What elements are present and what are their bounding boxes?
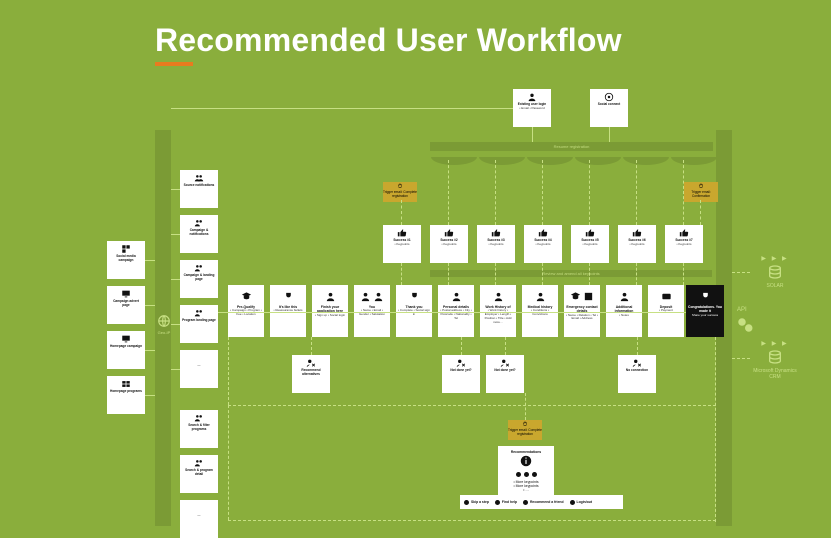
action-skip: Skip a step xyxy=(464,500,489,505)
stage-search-programs: Search & filter programs xyxy=(180,410,218,448)
entry-advert: Campaign advert page xyxy=(107,286,145,324)
entry-home-programs: Homepage programs xyxy=(107,376,145,414)
dropoff-notdone-2: Not done yet? xyxy=(486,355,524,393)
ext-crm: ▶ ▶ ▶ Microsoft Dynamics CRM xyxy=(750,340,800,380)
step-additional: Additional information• Notes xyxy=(606,285,642,337)
action-help: Find help xyxy=(495,500,517,505)
display-icon xyxy=(107,289,145,299)
banner-resume-registration: Resume registration xyxy=(430,142,713,151)
stage-notify: Source notifications xyxy=(180,170,218,208)
step-finish-signup: Finish your application here• Sign up • … xyxy=(312,285,348,337)
action-login: Login/out xyxy=(570,500,592,505)
trophy-icon xyxy=(396,291,432,302)
actions-strip[interactable]: Skip a step Find help Recommend a friend… xyxy=(460,495,623,509)
card-icon xyxy=(648,291,684,302)
trigger-email-center: Trigger email: Complete registration xyxy=(508,420,542,440)
share-icons xyxy=(686,319,724,326)
step-work: Work History of• Work history • Employer… xyxy=(480,285,516,337)
success-4: Success #4• Keypoints xyxy=(524,225,562,263)
trophy-icon xyxy=(270,291,306,302)
at-icon xyxy=(590,92,628,102)
step-congrats: Congratulations. You made it Share your … xyxy=(686,285,724,337)
entry-home-campaign: Homepage campaign xyxy=(107,331,145,369)
info-icon xyxy=(500,454,552,469)
connector xyxy=(609,127,610,142)
banner-review-amend: Review and amend all keypoints xyxy=(430,270,712,277)
step-thankyou: Thank you• Complete • Social sign in xyxy=(396,285,432,337)
success-5: Success #5• Keypoints xyxy=(571,225,609,263)
step-personal: Personal details• Postal address • City … xyxy=(438,285,474,337)
dropoff-noconn: No connection xyxy=(618,355,656,393)
tiles-icon xyxy=(107,379,145,389)
stage-program-landing: Program landing page xyxy=(180,305,218,343)
social-icons xyxy=(107,244,145,254)
action-recommend: Recommend a friend xyxy=(523,500,564,505)
dropoff-recommend: Recommend alternatives xyxy=(292,355,330,393)
step-emergency: Emergency contact details• Name • Relati… xyxy=(564,285,600,337)
success-7: Success #7• Keypoints xyxy=(665,225,703,263)
dropoff-notdone-1: Not done yet? xyxy=(442,355,480,393)
scallop-row xyxy=(430,152,718,160)
trigger-email-right: Trigger email: Confirmation xyxy=(684,182,718,202)
ext-solar: ▶ ▶ ▶ SOLAR xyxy=(750,255,800,289)
stage-more: … xyxy=(180,350,218,388)
entry-social: Social media campaign xyxy=(107,241,145,279)
sublabel: • Email • Password xyxy=(513,107,551,111)
step-reassure: It's like this• Reassurance bullets xyxy=(270,285,306,337)
thumb-icon xyxy=(383,228,421,238)
step-prequalify: Pre-Qualify• Campaign • Program • Fee • … xyxy=(228,285,264,337)
title-underline xyxy=(155,62,193,66)
user-x-icon xyxy=(292,358,330,368)
success-1: Success #1• Keypoints xyxy=(383,225,421,263)
api-label: API xyxy=(737,307,747,313)
grad-icon xyxy=(228,291,264,302)
step-medical: Medical history• Conditions • Conviction… xyxy=(522,285,558,337)
label: Social connect xyxy=(590,103,628,107)
trophy-icon xyxy=(686,291,724,302)
success-6: Success #6• Keypoints xyxy=(618,225,656,263)
node-existing-login: Existing user login • Email • Password xyxy=(513,89,551,127)
step-deposit: Deposit• Payment xyxy=(648,285,684,337)
stage-more-2: … xyxy=(180,500,218,538)
gears-icon xyxy=(736,316,754,339)
success-2: Success #2• Keypoints xyxy=(430,225,468,263)
step-you: You• Name • Email • Gender • Salutation xyxy=(354,285,390,337)
stage-search-detail: Search & program detail xyxy=(180,455,218,493)
success-3: Success #3• Keypoints xyxy=(477,225,515,263)
stage-campaign-notify: Campaign & notifications xyxy=(180,215,218,253)
user-icon xyxy=(312,291,348,302)
page-title: Recommended User Workflow xyxy=(155,22,622,59)
stage-campaign-landing: Campaign & landing page xyxy=(180,260,218,298)
node-social-connect: Social connect xyxy=(590,89,628,127)
recommendations-box: Recommendations • More keypoints • More … xyxy=(498,446,554,496)
grad-icon xyxy=(564,291,600,302)
display-icon xyxy=(107,334,145,344)
trigger-email-left: Trigger email: Complete registration xyxy=(383,182,417,202)
connector xyxy=(532,127,533,142)
users-icon xyxy=(180,173,218,183)
user-icon xyxy=(513,92,551,102)
